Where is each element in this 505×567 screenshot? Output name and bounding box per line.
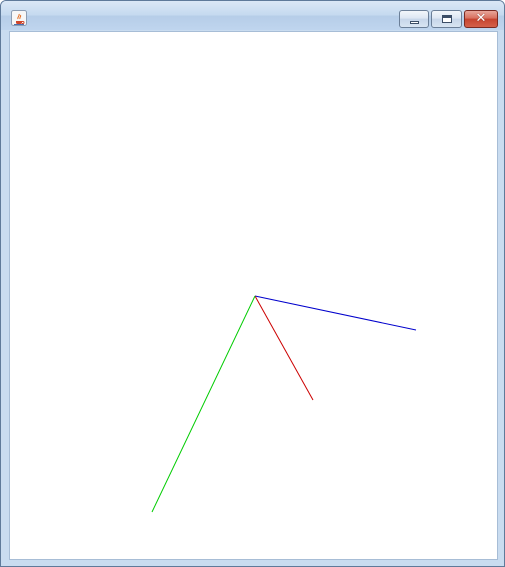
maximize-icon	[442, 15, 452, 23]
drawing-canvas[interactable]	[9, 31, 498, 560]
app-window: ✕	[0, 0, 505, 567]
maximize-button[interactable]	[431, 10, 462, 28]
red-line	[254, 295, 314, 401]
blue-line	[254, 295, 417, 331]
minimize-icon	[410, 21, 419, 24]
java-cup-icon	[11, 10, 27, 26]
close-button[interactable]: ✕	[464, 10, 498, 28]
close-icon: ✕	[475, 11, 487, 26]
minimize-button[interactable]	[399, 10, 429, 28]
title-bar[interactable]: ✕	[1, 1, 504, 30]
green-line	[151, 295, 256, 513]
canvas-drawing	[151, 295, 417, 513]
